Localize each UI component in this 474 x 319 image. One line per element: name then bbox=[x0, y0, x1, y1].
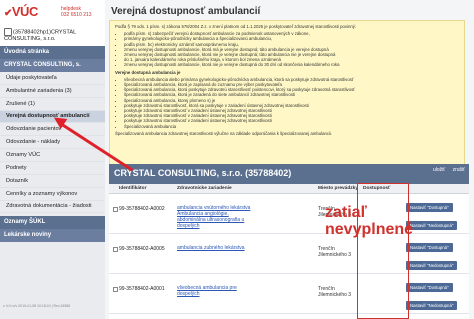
set-available-button[interactable]: Nastaviť "Dostupná" bbox=[406, 243, 453, 252]
row-checkbox[interactable] bbox=[113, 247, 118, 252]
page-title: Verejná dostupnosť ambulancií bbox=[111, 6, 261, 17]
save-button[interactable]: uložiť bbox=[433, 167, 445, 173]
ambulance-link[interactable]: všeobecná ambulancia pre dospelých bbox=[177, 285, 257, 297]
row-id: 99-35788402-A0002 bbox=[119, 206, 165, 212]
ambulance-link[interactable]: ambulancia zubného lekárstva bbox=[177, 245, 257, 251]
table-row: 99-35788402-A0002 ambulancia vnútorného … bbox=[109, 194, 469, 234]
set-available-button[interactable]: Nastaviť "Dostupná" bbox=[406, 283, 453, 292]
sidebar-item-cancelled[interactable]: Zrušené (1) bbox=[0, 98, 105, 111]
cancel-button[interactable]: zrušiť bbox=[453, 167, 465, 173]
sidebar-item-price-lists[interactable]: Cenníky a zoznamy výkonov bbox=[0, 188, 105, 201]
user-id: (35788402hp1)CRYSTAL bbox=[13, 29, 77, 36]
sidebar: Úvodná stránka CRYSTAL CONSULTING, s. Úd… bbox=[0, 46, 105, 319]
company-title: CRYSTAL CONSULTING, s.r.o. (35788402) bbox=[114, 168, 292, 178]
notice-intro: Podľa § 79 ods. 1 písm. s) zákona 578/20… bbox=[115, 24, 357, 29]
annotation-line1: zatiaľ bbox=[325, 204, 367, 221]
notice-list: podľa písm. s) zabezpečiť verejnú dostup… bbox=[115, 31, 459, 67]
main-content: Verejná dostupnosť ambulancií Podľa § 79… bbox=[105, 0, 474, 319]
notice-footer: Špecializovaná ambulancia zdravotnej sta… bbox=[115, 130, 333, 136]
vuc-logo[interactable]: ✔VÚC bbox=[4, 4, 38, 19]
notice-section-title: Verejne dostupná ambulancia je bbox=[115, 69, 181, 75]
col-ambulance[interactable]: Zdravotnícke zariadenie bbox=[177, 186, 232, 191]
table-header: Identifikátor Zdravotnícke zariadenie Mi… bbox=[109, 184, 469, 194]
lock-icon[interactable] bbox=[4, 28, 12, 36]
notice-item: zmenu verejnej dostupnosti ambulancie, k… bbox=[124, 62, 459, 67]
sidebar-item-provider-data[interactable]: Údaje poskytovateľa bbox=[0, 72, 105, 85]
sidebar-item-ambulances[interactable]: Ambulantné zariadenia (3) bbox=[0, 85, 105, 98]
table-row: 99-35788402-A0005 ambulancia zubného lek… bbox=[109, 234, 469, 274]
company-actions: uložiť zrušiť bbox=[427, 167, 465, 173]
user-info: (35788402hp1)CRYSTAL CONSULTING, s.r.o. bbox=[4, 28, 76, 43]
col-place[interactable]: Miesto prevádzky bbox=[318, 186, 358, 191]
check-icon: ✔ bbox=[4, 8, 12, 19]
sidebar-item-documentation[interactable]: Zdravotná dokumentácia - žiadosti bbox=[0, 201, 105, 213]
notice-section-list: všeobecná ambulancia alebo primárna gyne… bbox=[115, 77, 459, 129]
row-id: 99-35788402-A0005 bbox=[119, 246, 165, 252]
helpdesk-info: helpdesk 032 6510 213 bbox=[61, 6, 92, 18]
logo-text: VÚC bbox=[11, 4, 38, 19]
set-unavailable-button[interactable]: Nastaviť "Nedostupná" bbox=[406, 301, 458, 310]
sidebar-home[interactable]: Úvodná stránka bbox=[0, 46, 105, 59]
sidebar-sukl[interactable]: Oznamy ŠÚKL bbox=[0, 216, 105, 229]
set-unavailable-button[interactable]: Nastaviť "Nedostupná" bbox=[406, 221, 458, 230]
sidebar-item-requests[interactable]: Podnety bbox=[0, 162, 105, 175]
sidebar-item-vuc-notices[interactable]: Oznamy VÚC bbox=[0, 149, 105, 162]
col-id[interactable]: Identifikátor bbox=[119, 186, 146, 191]
annotation-line2: nevyplnené bbox=[325, 221, 414, 238]
table-row: 99-35788402-A0001 všeobecná ambulancia p… bbox=[109, 274, 469, 314]
row-id: 99-35788402-A0001 bbox=[119, 286, 165, 292]
row-checkbox[interactable] bbox=[113, 287, 118, 292]
sidebar-company[interactable]: CRYSTAL CONSULTING, s. bbox=[0, 59, 105, 72]
ambulance-link[interactable]: ambulancia vnútorného lekárstva Ambulanc… bbox=[177, 205, 257, 229]
company-header-bar: CRYSTAL CONSULTING, s.r.o. (35788402) ul… bbox=[109, 164, 469, 184]
sidebar-item-patient-handover[interactable]: Odovzdanie pacientov bbox=[0, 123, 105, 136]
ambulance-table: Identifikátor Zdravotnícke zariadenie Mi… bbox=[109, 184, 469, 319]
sidebar-news[interactable]: Lekárske noviny bbox=[0, 229, 105, 242]
row-checkbox[interactable] bbox=[113, 207, 118, 212]
info-notice: Podľa § 79 ods. 1 písm. s) zákona 578/20… bbox=[109, 20, 465, 178]
helpdesk-phone: 032 6510 213 bbox=[61, 12, 92, 18]
header-logo-area: ✔VÚC helpdesk 032 6510 213 (35788402hp1)… bbox=[0, 0, 105, 46]
sidebar-item-questionnaire[interactable]: Dotazník bbox=[0, 175, 105, 188]
user-company: CONSULTING, s.r.o. bbox=[4, 36, 56, 43]
set-unavailable-button[interactable]: Nastaviť "Nedostupná" bbox=[406, 261, 458, 270]
notice-section-item: Špecializovaná ambulancia bbox=[124, 124, 459, 129]
version-info: v 4.0 rc/v 2019-01-08 10:18:24 | Rev.245… bbox=[3, 304, 71, 308]
annotation-text: zatiaľ nevyplnené bbox=[325, 204, 413, 238]
